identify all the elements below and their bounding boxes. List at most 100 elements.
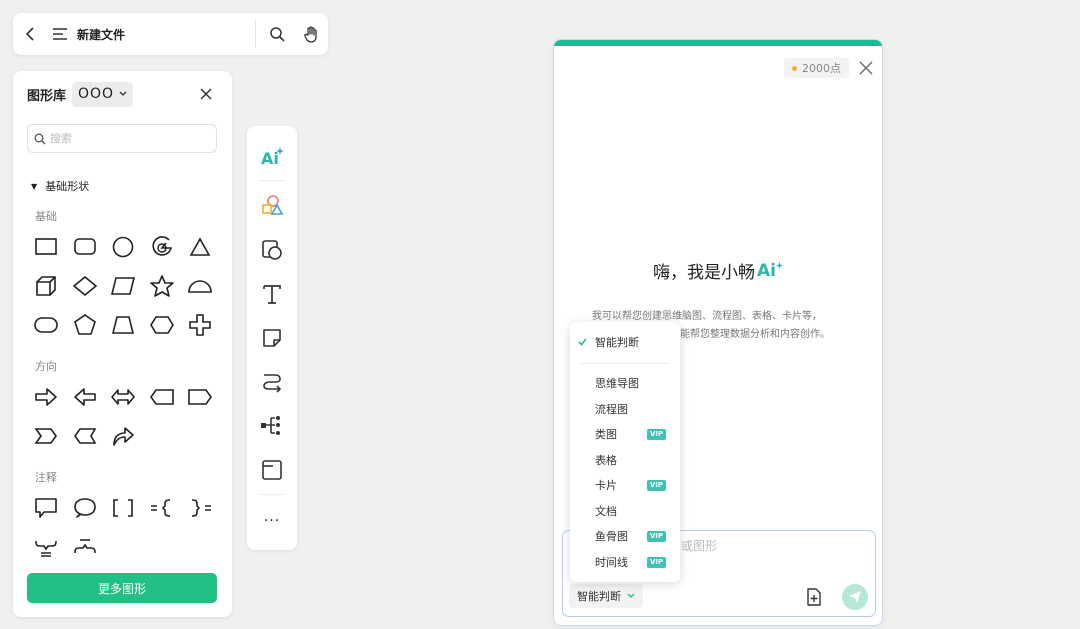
hexagon-shape-icon[interactable] xyxy=(143,310,182,340)
arrow-right-shape-icon[interactable] xyxy=(27,382,66,412)
brace-bottom-shape-icon[interactable] xyxy=(27,532,66,562)
divider xyxy=(255,20,256,48)
pentagon-shape-icon[interactable] xyxy=(66,310,105,340)
brace-left-shape-icon[interactable] xyxy=(143,493,182,523)
file-title[interactable]: 新建文件 xyxy=(77,26,255,43)
triangle-shape-icon[interactable] xyxy=(181,232,220,262)
library-search[interactable] xyxy=(27,124,217,153)
star-shape-icon[interactable] xyxy=(143,271,182,301)
ai-tool-button[interactable]: Ai xyxy=(247,139,297,173)
library-search-input[interactable] xyxy=(50,132,200,145)
rounded-rectangle-shape-icon[interactable] xyxy=(66,232,105,262)
section-basic-shapes[interactable]: ▼ 基础形状 xyxy=(31,178,89,194)
frame-icon xyxy=(262,460,282,480)
sticky-note-icon xyxy=(263,329,281,347)
brackets-shape-icon[interactable] xyxy=(104,493,143,523)
add-file-icon xyxy=(807,588,821,606)
dropdown-item-label: 文档 xyxy=(595,505,617,518)
ai-panel-close-button[interactable] xyxy=(856,58,876,78)
more-shapes-button[interactable]: 更多图形 xyxy=(27,573,217,603)
coin-icon xyxy=(792,65,797,71)
shape-square-circle-icon xyxy=(262,240,282,260)
hand-tool-button[interactable] xyxy=(294,13,328,55)
callout-rect-shape-icon[interactable] xyxy=(27,493,66,523)
tag-left-shape-icon[interactable] xyxy=(143,382,182,412)
vertical-toolbar: Ai ··· xyxy=(247,126,297,550)
parallelogram-shape-icon[interactable] xyxy=(104,271,143,301)
vip-badge: VIP xyxy=(646,530,666,542)
notched-shape-icon[interactable] xyxy=(66,421,105,451)
dropdown-item[interactable]: 时间线 VIP xyxy=(570,552,680,572)
chevron-shape-icon[interactable] xyxy=(27,421,66,451)
cross-shape-icon[interactable] xyxy=(181,310,220,340)
check-icon xyxy=(578,338,587,346)
shapes-tool-button[interactable] xyxy=(247,189,297,223)
dropdown-item[interactable]: 思维导图 xyxy=(570,373,680,393)
stadium-shape-icon[interactable] xyxy=(27,310,66,340)
chevron-left-icon xyxy=(25,27,34,41)
library-select[interactable]: OOO xyxy=(72,81,134,107)
text-icon xyxy=(263,285,281,304)
more-dots-icon: ··· xyxy=(263,513,281,529)
ai-icon-label: Ai xyxy=(261,149,279,167)
dropdown-item-label: 卡片 xyxy=(595,479,617,492)
mode-select[interactable]: 智能判断 xyxy=(569,584,643,608)
chevron-down-icon xyxy=(627,593,635,598)
trapezoid-shape-icon[interactable] xyxy=(104,310,143,340)
group-annotation-label: 注释 xyxy=(35,471,57,484)
container-tool-button[interactable] xyxy=(247,233,297,267)
arrow-left-shape-icon[interactable] xyxy=(66,382,105,412)
mindmap-icon xyxy=(261,416,280,435)
dropdown-item[interactable]: 文档 xyxy=(570,501,680,521)
rectangle-shape-icon[interactable] xyxy=(27,232,66,262)
text-tool-button[interactable] xyxy=(247,277,297,311)
brace-right-shape-icon[interactable] xyxy=(181,493,220,523)
connector-tool-button[interactable] xyxy=(247,365,297,399)
semicircle-shape-icon[interactable] xyxy=(181,271,220,301)
close-icon xyxy=(859,61,873,75)
callout-oval-shape-icon[interactable] xyxy=(66,493,105,523)
mindmap-tool-button[interactable] xyxy=(247,409,297,443)
shape-library-panel: 图形库 OOO ▼ 基础形状 基础 方向 xyxy=(13,71,232,617)
sparkle-icon xyxy=(775,262,783,269)
top-bar: 新建文件 xyxy=(13,13,328,55)
vip-badge: VIP xyxy=(646,556,666,568)
circle-shape-icon[interactable] xyxy=(104,232,143,262)
dropdown-item-label: 鱼骨图 xyxy=(595,530,628,543)
dropdown-item[interactable]: 卡片 VIP xyxy=(570,475,680,495)
frame-tool-button[interactable] xyxy=(247,453,297,487)
chevron-down-icon xyxy=(119,91,127,96)
library-close-button[interactable] xyxy=(194,82,218,106)
sticky-note-tool-button[interactable] xyxy=(247,321,297,355)
points-badge: 2000点 xyxy=(784,58,849,78)
attach-file-button[interactable] xyxy=(803,586,825,608)
ai-logo-icon: Ai xyxy=(757,260,776,281)
close-icon xyxy=(200,88,212,100)
library-select-value: OOO xyxy=(78,86,115,102)
vip-badge: VIP xyxy=(646,428,666,440)
curved-arrow-shape-icon[interactable] xyxy=(104,421,143,451)
dropdown-item[interactable]: 鱼骨图 VIP xyxy=(570,526,680,546)
menu-button[interactable] xyxy=(47,13,73,55)
arc-shape-icon[interactable] xyxy=(143,232,182,262)
arrow-both-shape-icon[interactable] xyxy=(104,382,143,412)
cube-shape-icon[interactable] xyxy=(27,271,66,301)
search-button[interactable] xyxy=(260,13,294,55)
connector-icon xyxy=(263,374,282,393)
back-button[interactable] xyxy=(13,13,47,55)
dropdown-item[interactable]: 表格 xyxy=(570,450,680,470)
send-button[interactable] xyxy=(842,584,868,610)
more-tools-button[interactable]: ··· xyxy=(247,504,297,538)
mode-dropdown-menu: 智能判断 思维导图 流程图 类图 VIP 表格 卡片 VIP 文档 鱼骨图 VI… xyxy=(570,322,680,582)
dropdown-separator xyxy=(580,363,670,364)
dropdown-item-selected[interactable]: 智能判断 xyxy=(570,332,680,352)
dropdown-item[interactable]: 类图 VIP xyxy=(570,424,680,444)
send-icon xyxy=(849,591,861,603)
dropdown-item[interactable]: 流程图 xyxy=(570,399,680,419)
tag-right-shape-icon[interactable] xyxy=(181,382,220,412)
group-basic-label: 基础 xyxy=(35,210,57,223)
chat-input[interactable] xyxy=(681,537,861,559)
brace-top-shape-icon[interactable] xyxy=(66,532,105,562)
menu-icon xyxy=(53,28,67,40)
diamond-shape-icon[interactable] xyxy=(66,271,105,301)
